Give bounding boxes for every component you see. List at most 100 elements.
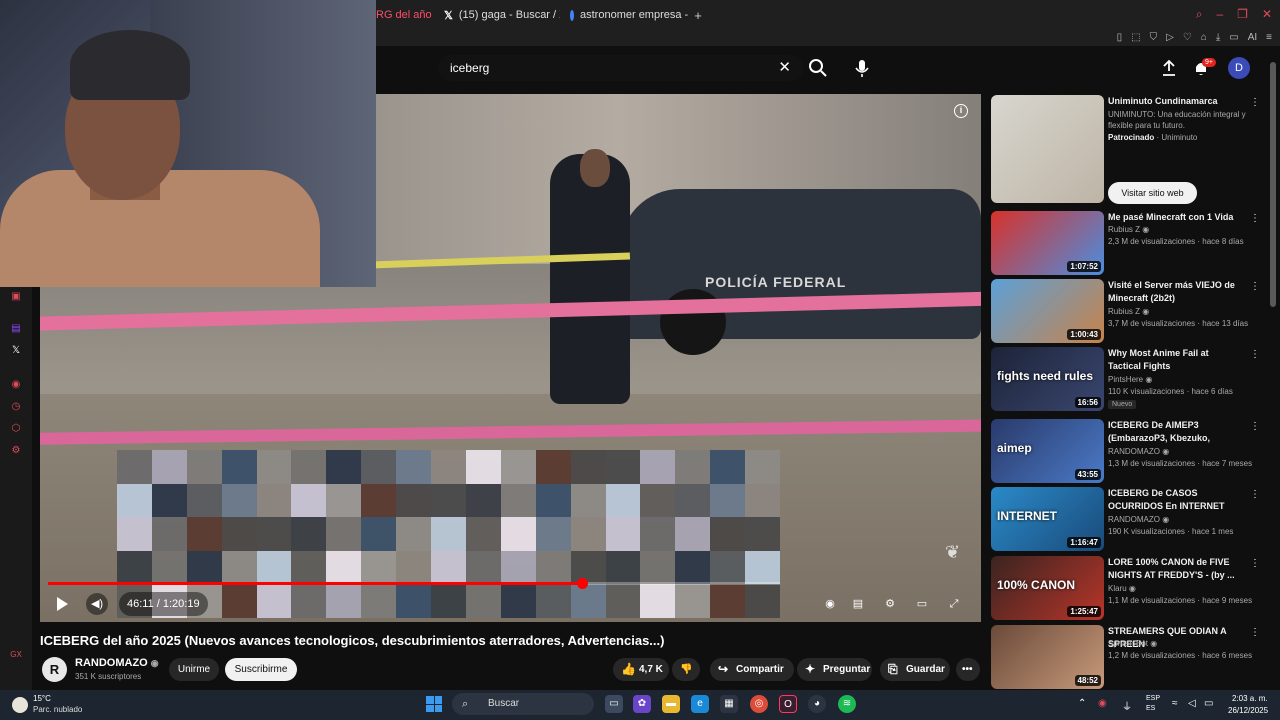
store-icon[interactable]: ▦ [720, 695, 738, 713]
play-icon[interactable] [55, 596, 69, 612]
wifi-icon[interactable]: ≈ [1172, 698, 1178, 709]
recommendation-title[interactable]: ICEBERG De AIMEP3 (EmbarazoP3, Kbezuko, … [1108, 419, 1240, 446]
clock-time[interactable]: 2:03 a. m. [1232, 694, 1268, 703]
recommendation-channel-name[interactable]: RANDOMAZO [1108, 447, 1160, 456]
info-icon[interactable]: i [954, 104, 968, 118]
scrollbar[interactable] [1270, 62, 1276, 307]
recommendation-channel[interactable]: Klaru ◉ [1108, 584, 1136, 593]
taskbar-search[interactable]: ⌕ Buscar [452, 693, 594, 715]
kebab-icon[interactable]: ⋮ [1250, 627, 1260, 638]
search-tabs-icon[interactable]: ⌕ [1196, 7, 1203, 22]
recommendation-thumbnail[interactable]: aimep 43:55 [991, 419, 1104, 483]
copilot-icon[interactable]: ✿ [633, 695, 651, 713]
screenshot-icon[interactable]: ⬚ [1131, 32, 1140, 43]
sidebar-settings-icon[interactable]: ⚙ [10, 445, 22, 457]
upload-icon[interactable] [1160, 59, 1178, 77]
kebab-icon[interactable]: ⋮ [1250, 421, 1260, 432]
recommendation-title[interactable]: ICEBERG De CASOS OCURRIDOS En INTERNET [1108, 487, 1240, 513]
show-hidden-icons[interactable]: ⌃ [1078, 698, 1086, 709]
file-explorer-icon[interactable]: ▬ [662, 695, 680, 713]
recommendation-thumbnail[interactable]: 1:00:43 [991, 279, 1104, 343]
recommendation-channel-name[interactable]: RANDOMAZO [1108, 515, 1160, 524]
share-button[interactable]: ↪ Compartir [710, 658, 794, 681]
volume-icon[interactable]: ◀) [86, 593, 108, 615]
progress-bar[interactable] [48, 578, 780, 589]
recommendation-channel[interactable]: RANDOMAZO ◉ [1108, 515, 1169, 524]
scrubber-handle[interactable] [576, 578, 588, 589]
clock-date[interactable]: 26/12/2025 [1228, 706, 1268, 715]
download-icon[interactable]: ⤓ [1216, 32, 1220, 43]
mic-icon[interactable] [850, 55, 874, 81]
bookmark-icon[interactable]: ▯ [1117, 32, 1123, 43]
chrome-icon[interactable]: ◎ [750, 695, 768, 713]
autoplay-toggle-icon[interactable]: ◉ [822, 596, 838, 612]
recommendation-item[interactable]: INTERNET 1:16:47 ICEBERG De CASOS OCURRIDO… [991, 487, 1260, 553]
visit-site-button[interactable]: Visitar sitio web [1108, 182, 1197, 204]
mic-tray-icon[interactable]: ⏚ [1122, 698, 1132, 713]
recommendation-thumbnail[interactable]: 1:07:52 [991, 211, 1104, 275]
x-icon[interactable]: 𝕏 [10, 345, 22, 357]
battery-tray-icon[interactable]: ▭ [1204, 698, 1213, 709]
opera-gx-icon[interactable]: O [779, 695, 797, 713]
recommendation-channel-name[interactable]: Klaru [1108, 584, 1127, 593]
recommendation-item[interactable]: 1:07:52 Me pasé Minecraft con 1 Vida Rubiu… [991, 211, 1260, 277]
recommendation-thumbnail[interactable]: 48:52 [991, 625, 1104, 689]
kebab-icon[interactable]: ⋮ [1250, 489, 1260, 500]
recommendation-title[interactable]: LORE 100% CANON de FIVE NIGHTS AT FREDDY… [1108, 556, 1240, 582]
kebab-icon[interactable]: ⋮ [1250, 97, 1260, 108]
recommendation-thumbnail[interactable]: fights need rules 16:56 [991, 347, 1104, 411]
dislike-button[interactable]: 👎 [672, 658, 700, 681]
ai-button[interactable]: AI [1248, 32, 1257, 43]
kebab-icon[interactable]: ⋮ [1250, 213, 1260, 224]
recommendation-title[interactable]: Me pasé Minecraft con 1 Vida [1108, 211, 1240, 224]
ad-thumbnail[interactable] [991, 95, 1104, 203]
recommendation-channel-name[interactable]: PintsHere [1108, 375, 1143, 384]
temperature[interactable]: 15°C [33, 694, 51, 703]
twitch-icon[interactable]: ▤ [10, 323, 22, 335]
new-tab-button[interactable]: + [688, 8, 708, 23]
search-input[interactable]: iceberg [450, 61, 489, 75]
speaker-icon[interactable]: ◁ [1188, 698, 1196, 709]
recommendation-item[interactable]: aimep 43:55 ICEBERG De AIMEP3 (EmbarazoP3,… [991, 419, 1260, 485]
minimize-icon[interactable]: – [1216, 7, 1223, 22]
ask-button[interactable]: ✦ Preguntar [797, 658, 872, 681]
miniplayer-icon[interactable]: ▭ [914, 596, 930, 612]
channel-name[interactable]: RANDOMAZO ◉ [75, 657, 159, 669]
recommendation-title[interactable]: Why Most Anime Fail at Tactical Fights [1108, 347, 1240, 373]
fullscreen-icon[interactable]: ⤢ [946, 596, 962, 612]
menu-icon[interactable]: ≡ [1266, 32, 1272, 43]
kebab-icon[interactable]: ⋮ [1250, 349, 1260, 360]
shield-icon[interactable]: ⛉ [1150, 32, 1158, 43]
like-button[interactable]: 👍 4,7 K [613, 658, 669, 681]
recommendation-channel[interactable]: Spreen Bot ◉ [1108, 639, 1157, 648]
more-button[interactable]: ••• [956, 658, 980, 681]
recommendation-channel[interactable]: Rubius Z ◉ [1108, 225, 1149, 234]
gx-icon[interactable]: GX [10, 649, 22, 661]
edge-icon[interactable]: e [691, 695, 709, 713]
history-icon[interactable]: ◷ [10, 401, 22, 413]
spotify-icon[interactable]: ≋ [838, 695, 856, 713]
extensions-icon[interactable]: ⬡ [10, 423, 22, 435]
join-button[interactable]: Unirme [169, 658, 219, 681]
github-icon[interactable]: ◕ [808, 695, 826, 713]
kebab-icon[interactable]: ⋮ [1250, 281, 1260, 292]
recommendation-item[interactable]: fights need rules 16:56 Why Most Anime Fai… [991, 347, 1260, 413]
kebab-icon[interactable]: ⋮ [1250, 558, 1260, 569]
recommendation-channel[interactable]: Rubius Z ◉ [1108, 307, 1149, 316]
tab-x-search[interactable]: 𝕏 (15) gaga - Buscar / X [434, 0, 560, 30]
recommendation-item[interactable]: 100% CANON 1:25:47 LORE 100% CANON de FIVE… [991, 556, 1260, 622]
sidebar-app-icon[interactable]: ▣ [10, 291, 22, 303]
restore-icon[interactable]: ❐ [1237, 7, 1248, 22]
weather-description[interactable]: Parc. nublado [33, 705, 82, 714]
recommendation-channel-name[interactable]: Rubius Z [1108, 225, 1140, 234]
language-indicator[interactable]: ESP ES [1146, 694, 1160, 714]
ad-title[interactable]: Uniminuto Cundinamarca [1108, 95, 1240, 108]
subtitles-icon[interactable]: ▤ [850, 596, 866, 612]
heart-icon[interactable]: ♡ [1183, 32, 1192, 43]
subscribe-button[interactable]: Suscribirme [225, 658, 297, 681]
save-button[interactable]: ⎘ Guardar [880, 658, 950, 681]
recommendation-thumbnail[interactable]: INTERNET 1:16:47 [991, 487, 1104, 551]
tray-app-icon[interactable]: ◉ [1098, 698, 1107, 709]
recommendation-channel-name[interactable]: Spreen Bot [1108, 639, 1148, 648]
sponsored-ad[interactable]: Uniminuto Cundinamarca UNIMINUTO: Una ed… [991, 95, 1260, 210]
